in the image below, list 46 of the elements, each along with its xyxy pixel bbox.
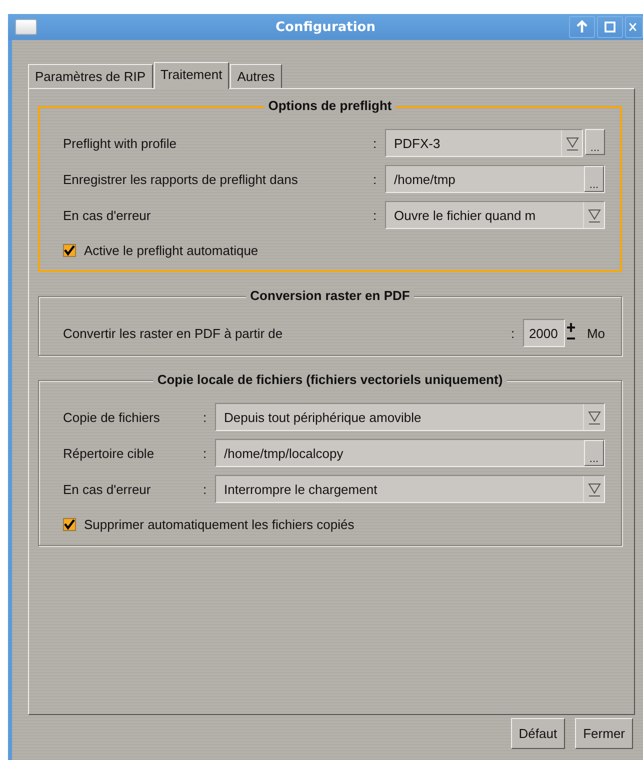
label-colon: : — [203, 446, 208, 460]
path-field[interactable]: /home/tmp ... — [385, 165, 605, 193]
arrow-up-icon[interactable] — [569, 16, 595, 38]
window-title: Configuration — [276, 20, 376, 34]
label-colon: : — [373, 136, 378, 150]
tab[interactable]: Paramètres de RIP — [28, 64, 153, 88]
browse-button[interactable]: ... — [584, 440, 604, 466]
dropdown[interactable]: PDFX-3 — [385, 129, 583, 157]
group-title: Conversion raster en PDF — [246, 288, 414, 304]
field-label: Copie de fichiers — [63, 410, 161, 424]
path-field[interactable]: /home/tmp/localcopy ... — [215, 439, 605, 467]
dropdown[interactable]: Ouvre le fichier quand m — [385, 201, 605, 229]
field-label: Répertoire cible — [63, 446, 156, 460]
field-label: Enregistrer les rapports de preflight dans — [63, 172, 299, 186]
tab[interactable]: Traitement — [154, 62, 230, 89]
label-colon: : — [510, 326, 516, 340]
field-label: En cas d'erreur — [63, 208, 152, 222]
maximize-icon[interactable] — [597, 16, 623, 38]
dropdown[interactable]: Interrompre le chargement — [215, 475, 605, 503]
unit-label: Mo — [586, 326, 605, 340]
dropdown-arrow-icon — [588, 208, 600, 222]
browse-button[interactable]: ... — [585, 129, 605, 155]
checkbox[interactable] — [63, 518, 76, 530]
increment-icon[interactable] — [566, 322, 575, 333]
field-label: En cas d'erreur — [63, 482, 152, 496]
group-title: Copie locale de fichiers (fichiers vectoriels uniquement) — [153, 372, 507, 388]
field-label: Preflight with profile — [63, 136, 178, 150]
label-colon: : — [373, 172, 378, 186]
dropdown[interactable]: Depuis tout périphérique amovible — [215, 403, 605, 431]
close-icon[interactable] — [625, 16, 643, 38]
label-colon: : — [373, 208, 378, 222]
label-colon: : — [203, 410, 208, 424]
dialog-button[interactable]: Défaut — [510, 718, 566, 749]
dropdown-arrow-icon — [588, 410, 600, 424]
dropdown-arrow-icon — [588, 482, 600, 496]
label-colon: : — [203, 482, 208, 496]
number-field[interactable]: 2000 — [522, 319, 565, 347]
dialog-button[interactable]: Fermer — [575, 718, 633, 749]
dropdown-arrow-icon — [566, 136, 578, 150]
checkbox[interactable] — [63, 244, 76, 256]
field-label: Convertir les raster en PDF à partir de — [63, 326, 284, 340]
browse-button[interactable]: ... — [584, 166, 604, 192]
tab[interactable]: Autres — [230, 64, 282, 88]
checkbox-label: Supprimer automatiquement les fichiers copiés — [84, 516, 354, 532]
group-title: Options de preflight — [264, 98, 396, 114]
checkbox-label: Active le preflight automatique — [84, 242, 258, 258]
